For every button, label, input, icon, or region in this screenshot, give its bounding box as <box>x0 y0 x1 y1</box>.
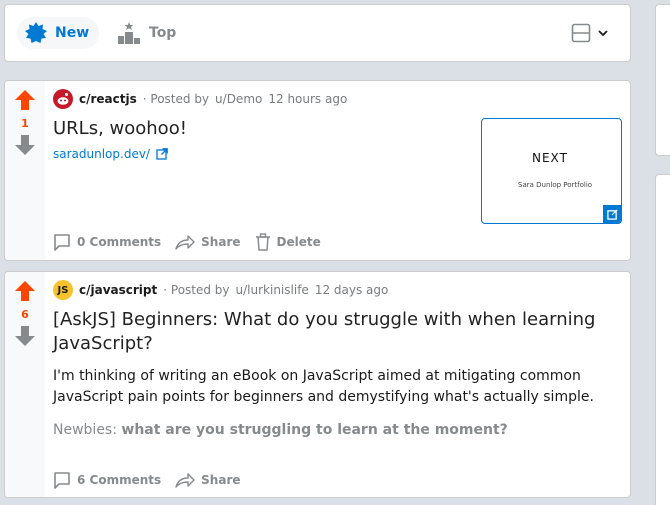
share-label: Share <box>201 473 241 487</box>
thumbnail-title: NEXT <box>532 151 568 165</box>
author-link[interactable]: u/Demo <box>215 92 262 106</box>
view-toggle-button[interactable] <box>571 23 609 43</box>
thumbnail-external-icon <box>603 205 621 223</box>
sidebar-card-bottom <box>655 174 670 505</box>
comments-button[interactable]: 0 Comments <box>53 233 161 251</box>
sort-top-label: Top <box>149 25 177 41</box>
card-view-icon <box>571 23 591 43</box>
posted-by-label: · Posted by <box>163 283 230 297</box>
upvote-icon[interactable] <box>14 89 36 111</box>
vote-column: 6 <box>5 272 45 497</box>
share-button[interactable]: Share <box>175 471 241 489</box>
sort-bar: New Top <box>4 4 631 62</box>
delete-button[interactable]: Delete <box>255 233 321 251</box>
post-meta: c/reactjs · Posted by u/Demo 12 hours ag… <box>53 89 622 109</box>
alien-icon <box>57 93 69 105</box>
post-time[interactable]: 12 days ago <box>315 283 389 297</box>
post-card[interactable]: 6 JS c/javascript · Posted by u/lurkinis… <box>4 271 631 498</box>
downvote-icon[interactable] <box>14 325 36 347</box>
comment-icon <box>54 472 70 489</box>
upvote-icon[interactable] <box>14 280 36 302</box>
reactjs-community-icon[interactable] <box>53 89 73 109</box>
posted-by-label: · Posted by <box>142 92 210 106</box>
external-link-icon <box>156 148 168 160</box>
subreddit-link[interactable]: c/reactjs <box>79 92 137 106</box>
comments-button[interactable]: 6 Comments <box>53 471 161 489</box>
downvote-icon[interactable] <box>14 134 36 156</box>
delete-label: Delete <box>276 235 321 249</box>
post-time[interactable]: 12 hours ago <box>268 92 347 106</box>
post-actions: 0 Comments Share Delete <box>53 233 321 251</box>
comments-label: 0 Comments <box>77 235 162 249</box>
body-muted-bold: what are you struggling to learn at the … <box>121 422 508 438</box>
sort-new-button[interactable]: New <box>17 17 100 49</box>
subreddit-link[interactable]: c/javascript <box>79 283 157 297</box>
trash-icon <box>255 233 270 251</box>
share-button[interactable]: Share <box>175 233 241 251</box>
share-label: Share <box>201 235 241 249</box>
comments-label: 6 Comments <box>77 473 162 487</box>
share-icon <box>175 473 195 488</box>
author-link[interactable]: u/lurkinislife <box>236 283 309 297</box>
body-muted-prefix: Newbies: <box>53 422 117 438</box>
chevron-down-icon <box>598 30 608 37</box>
share-icon <box>175 235 195 250</box>
javascript-community-icon[interactable]: JS <box>53 280 73 300</box>
post-body: I'm thinking of writing an eBook on Java… <box>53 368 594 405</box>
post-actions: 6 Comments Share <box>53 471 241 489</box>
post-meta: JS c/javascript · Posted by u/lurkinisli… <box>53 280 622 300</box>
comment-icon <box>54 234 70 251</box>
sort-new-label: New <box>55 25 90 41</box>
sort-top-button[interactable]: Top <box>109 17 184 49</box>
post-title[interactable]: [AskJS] Beginners: What do you struggle … <box>53 308 622 356</box>
podium-icon <box>118 22 140 44</box>
sidebar-card-top <box>655 4 670 156</box>
post-link-text[interactable]: saradunlop.dev/ <box>53 147 150 161</box>
vote-column: 1 <box>5 81 45 260</box>
post-card[interactable]: 1 c/reactjs · Posted by u/Demo 12 hours … <box>4 80 631 261</box>
thumbnail-subtitle: Sara Dunlop Portfolio <box>518 181 593 189</box>
post-thumbnail[interactable]: NEXT Sara Dunlop Portfolio <box>481 118 622 224</box>
vote-count: 1 <box>21 117 29 130</box>
post-content: JS c/javascript · Posted by u/lurkinisli… <box>53 272 622 441</box>
post-body-question: Newbies: what are you struggling to lear… <box>53 420 621 441</box>
burst-icon <box>25 22 47 43</box>
vote-count: 6 <box>21 308 29 321</box>
